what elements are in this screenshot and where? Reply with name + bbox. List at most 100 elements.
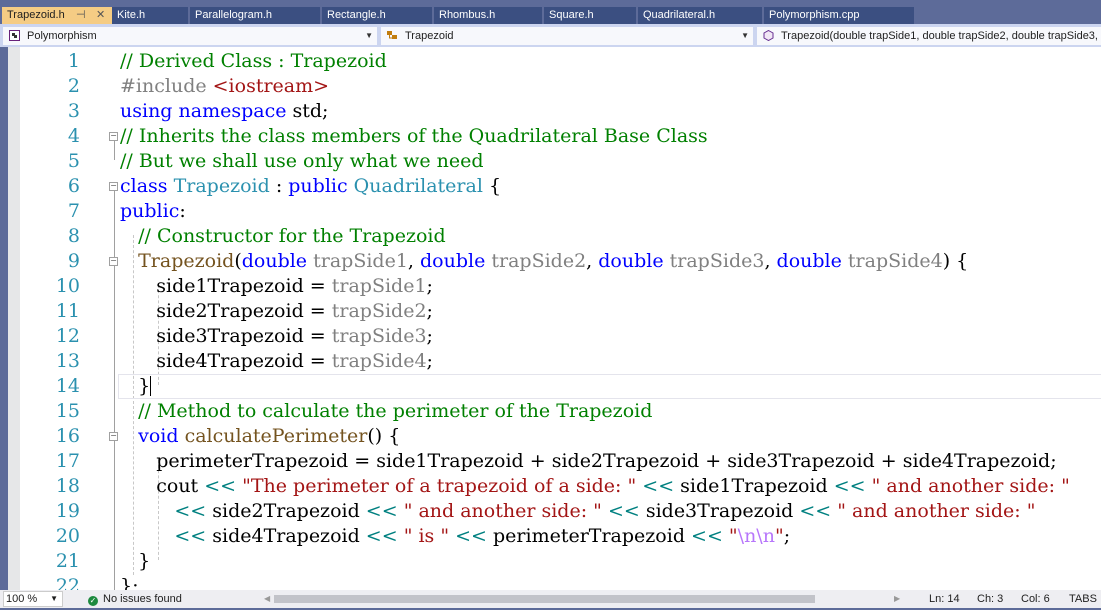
- pin-icon[interactable]: ⊣: [76, 7, 86, 24]
- line-source: // Derived Class : Trapezoid: [120, 49, 387, 74]
- code-token: \n\n: [737, 525, 775, 547]
- issues-label: No issues found: [103, 593, 182, 605]
- code-token: Trapezoid: [138, 250, 235, 272]
- tab-rhombus-h[interactable]: Rhombus.h: [434, 7, 542, 24]
- code-line[interactable]: 18 cout << "The perimeter of a trapezoid…: [8, 474, 1101, 499]
- code-token: double: [420, 250, 492, 272]
- line-number: 13: [55, 350, 80, 372]
- code-line[interactable]: 8 // Constructor for the Trapezoid: [8, 224, 1101, 249]
- code-token: <<: [455, 525, 494, 547]
- collapse-icon[interactable]: −: [109, 432, 118, 441]
- current-line-highlight: [118, 374, 1101, 399]
- code-token: ,: [764, 250, 777, 272]
- class-icon: [387, 31, 397, 39]
- member-dropdown[interactable]: Trapezoid(double trapSide1, double trapS…: [757, 27, 1101, 45]
- code-line[interactable]: 21 }: [8, 549, 1101, 574]
- line-number: 19: [55, 500, 80, 522]
- code-line[interactable]: 17 perimeterTrapezoid = side1Trapezoid +…: [8, 449, 1101, 474]
- code-line[interactable]: 3 using namespace std;: [8, 99, 1101, 124]
- project-label: Polymorphism: [27, 30, 97, 42]
- collapse-icon[interactable]: −: [109, 182, 118, 191]
- tab-quadrilateral-h[interactable]: Quadrilateral.h: [638, 7, 762, 24]
- code-token: <<: [691, 525, 729, 547]
- line-number: 3: [67, 100, 80, 122]
- line-number: 15: [55, 400, 80, 422]
- code-line[interactable]: 14 }: [8, 374, 1101, 399]
- code-token: // Method to calculate the perimeter of …: [138, 400, 653, 422]
- code-line[interactable]: 20 << side4Trapezoid << " is " << perime…: [8, 524, 1101, 549]
- tab-square-h[interactable]: Square.h: [544, 7, 636, 24]
- scroll-left-icon[interactable]: ◀: [264, 593, 270, 605]
- chevron-down-icon: ▼: [50, 594, 58, 603]
- scroll-right-icon[interactable]: ▶: [894, 593, 900, 605]
- code-line[interactable]: 19 << side2Trapezoid << " and another si…: [8, 499, 1101, 524]
- code-token: public: [120, 200, 180, 222]
- tab-label: Parallelogram.h: [195, 9, 273, 21]
- col-indicator[interactable]: Col: 6: [1021, 590, 1050, 608]
- scrollbar-thumb[interactable]: [274, 595, 815, 603]
- code-line[interactable]: 12 side3Trapezoid = trapSide3;: [8, 324, 1101, 349]
- code-token: "The perimeter of a trapezoid of a side:…: [242, 475, 643, 497]
- code-token: ": [728, 525, 738, 547]
- tab-rectangle-h[interactable]: Rectangle.h: [322, 7, 432, 24]
- code-line[interactable]: 16 − void calculatePerimeter() {: [8, 424, 1101, 449]
- code-token: side1Trapezoid: [680, 475, 834, 497]
- code-line[interactable]: 22};: [8, 574, 1101, 590]
- issues-indicator[interactable]: ✓ No issues found: [88, 590, 182, 608]
- code-token: <<: [799, 500, 838, 522]
- line-number: 14: [55, 375, 80, 397]
- indent-mode[interactable]: TABS: [1069, 590, 1097, 608]
- line-source: // Inherits the class members of the Qua…: [120, 124, 708, 149]
- code-token: ": [774, 525, 784, 547]
- tab-parallelogram-h[interactable]: Parallelogram.h: [190, 7, 320, 24]
- close-icon[interactable]: ✕: [96, 7, 105, 24]
- project-dropdown[interactable]: Polymorphism ▼: [3, 27, 377, 45]
- line-number: 18: [55, 475, 80, 497]
- code-line[interactable]: 6 − class Trapezoid : public Quadrilateral…: [8, 174, 1101, 199]
- tab-label: Quadrilateral.h: [643, 9, 716, 21]
- code-line[interactable]: 15 // Method to calculate the perimeter …: [8, 399, 1101, 424]
- char-indicator[interactable]: Ch: 3: [977, 590, 1003, 608]
- code-token: side2Trapezoid =: [120, 300, 332, 322]
- tab-trapezoid-h[interactable]: Trapezoid.h ⊣ ✕: [2, 7, 114, 24]
- code-line[interactable]: 4 −// Inherits the class members of the Q…: [8, 124, 1101, 149]
- check-circle-icon: ✓: [88, 596, 98, 606]
- horizontal-scrollbar[interactable]: ◀ ▶: [262, 593, 902, 605]
- scope-label: Trapezoid: [405, 30, 454, 42]
- code-token: void: [138, 425, 185, 447]
- code-editor[interactable]: 1 // Derived Class : Trapezoid 2 #include <…: [8, 47, 1101, 590]
- tab-kite-h[interactable]: Kite.h: [112, 7, 188, 24]
- tab-polymorphism-cpp[interactable]: Polymorphism.cpp: [764, 7, 914, 24]
- code-token: // Inherits the class members of the Qua…: [120, 125, 708, 147]
- code-line[interactable]: 10 side1Trapezoid = trapSide1;: [8, 274, 1101, 299]
- line-source: Trapezoid(double trapSide1, double trapS…: [120, 249, 968, 274]
- code-token: trapSide2: [491, 250, 587, 272]
- line-indicator[interactable]: Ln: 14: [929, 590, 960, 608]
- line-source: #include <iostream>: [120, 74, 329, 99]
- code-token: // Derived Class : Trapezoid: [120, 50, 387, 72]
- line-number: 17: [55, 450, 80, 472]
- code-line[interactable]: 2 #include <iostream>: [8, 74, 1101, 99]
- zoom-dropdown[interactable]: 100 % ▼: [3, 591, 63, 607]
- collapse-icon[interactable]: −: [109, 132, 118, 141]
- code-token: #include: [120, 75, 213, 97]
- code-line[interactable]: 1 // Derived Class : Trapezoid: [8, 49, 1101, 74]
- code-token: ,: [407, 250, 420, 272]
- code-line[interactable]: 5 // But we shall use only what we need: [8, 149, 1101, 174]
- scope-dropdown[interactable]: Trapezoid ▼: [381, 27, 753, 45]
- code-line[interactable]: 13 side4Trapezoid = trapSide4;: [8, 349, 1101, 374]
- code-token: " and another side: ": [871, 475, 1070, 497]
- line-number: 20: [55, 525, 80, 547]
- code-line[interactable]: 11 side2Trapezoid = trapSide2;: [8, 299, 1101, 324]
- code-token: trapSide1: [331, 275, 427, 297]
- line-source: // But we shall use only what we need: [120, 149, 484, 174]
- code-token: double: [241, 250, 314, 272]
- code-line[interactable]: 9− Trapezoid(double trapSide1, double tr…: [8, 249, 1101, 274]
- code-line[interactable]: 7 public:: [8, 199, 1101, 224]
- collapse-icon[interactable]: −: [109, 257, 118, 266]
- code-token: perimeterTrapezoid: [493, 525, 692, 547]
- code-token: {: [482, 175, 502, 197]
